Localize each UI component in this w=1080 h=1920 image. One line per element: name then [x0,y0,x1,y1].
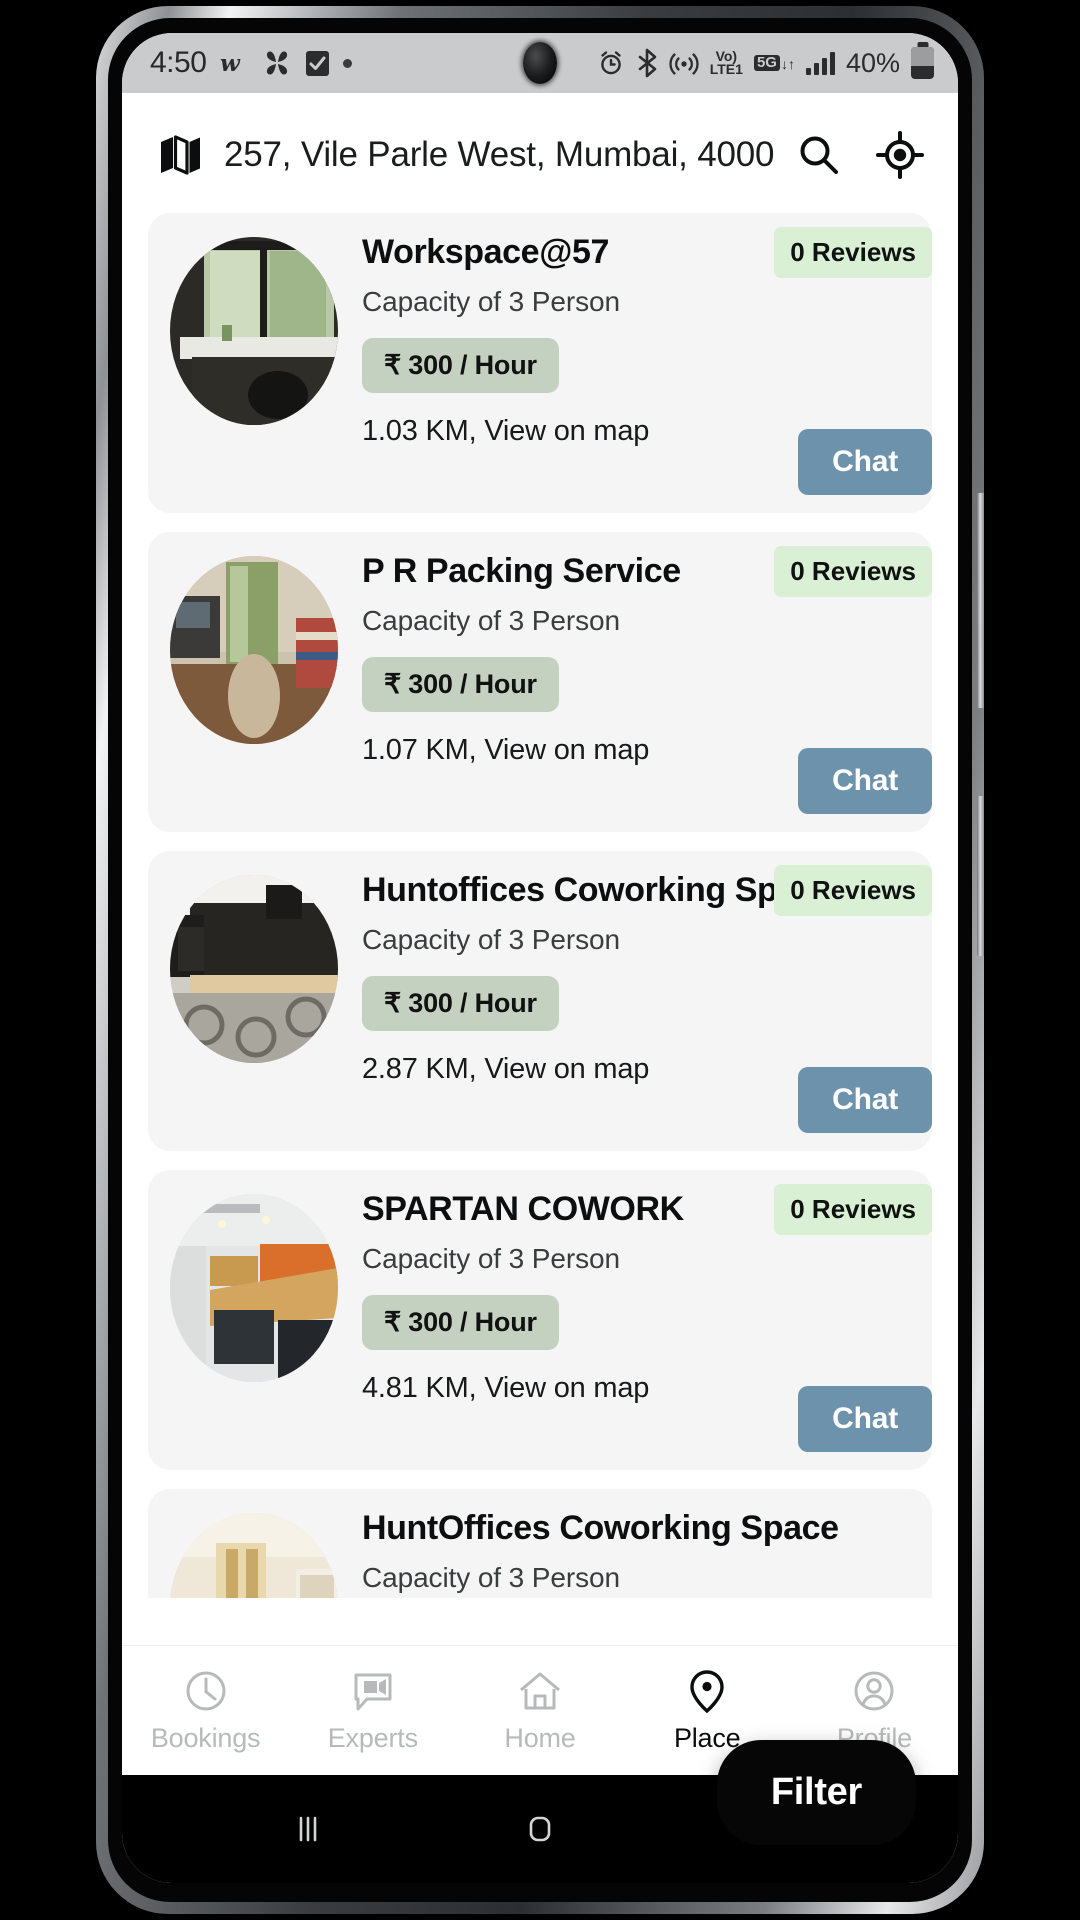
listing-thumbnail [170,875,338,1063]
clock-icon [182,1667,230,1715]
listing-chat-button[interactable]: Chat [798,429,932,495]
nav-item-bookings[interactable]: Bookings [122,1667,289,1754]
address-label: 257, Vile Parle West, Mumbai, 400047 [224,135,774,174]
w-app-icon: w [219,50,249,76]
listing-title: HuntOffices Coworking Space [362,1509,839,1547]
listing-card[interactable]: P R Packing Service Capacity of 3 Person… [148,532,932,832]
nav-label-place: Place [673,1723,741,1753]
camera-punch-hole [523,42,557,84]
power-button[interactable] [977,796,984,956]
listing-thumbnail [170,1513,338,1598]
listing-thumbnail [170,1194,338,1382]
listing-reviews-badge: 0 Reviews [774,546,932,597]
listing-capacity: Capacity of 3 Person [362,1562,620,1593]
listings-list[interactable]: Workspace@57 Capacity of 3 Person ₹ 300 … [122,213,958,1598]
listing-reviews-badge: 0 Reviews [774,227,932,278]
nav-label-bookings: Bookings [150,1723,261,1753]
signal-bars-icon [805,51,835,75]
alarm-icon [597,49,625,77]
map-pin-icon [683,1667,731,1715]
screenshot-root: 4:50 w Vo) LTE1 5G ↓↑ 40% 257, Vile Parl… [0,0,1080,1920]
listing-card[interactable]: Huntoffices Coworking Space Capacity of … [148,851,932,1151]
home-square-icon[interactable] [485,1794,595,1864]
app-header: 257, Vile Parle West, Mumbai, 400047 [122,93,958,213]
person-circle-icon [850,1667,898,1715]
listing-price-badge: ₹ 300 / Hour [362,976,559,1031]
listing-reviews-badge: 0 Reviews [774,865,932,916]
volte-bottom-label: LTE1 [709,61,743,77]
filter-fab-button[interactable]: Filter [716,1740,916,1845]
recents-icon[interactable] [253,1794,363,1864]
volume-button[interactable] [977,493,984,708]
nav-item-experts[interactable]: Experts [289,1667,456,1754]
nav-item-home[interactable]: Home [456,1667,623,1754]
listing-thumbnail [170,237,338,425]
listing-thumbnail [170,556,338,744]
hotspot-icon [669,49,699,77]
status-bar-left: 4:50 w [150,46,353,80]
video-chat-icon [349,1667,397,1715]
listing-chat-button[interactable]: Chat [798,748,932,814]
listing-reviews-badge: 0 Reviews [774,1184,932,1235]
listing-price-badge: ₹ 300 / Hour [362,1295,559,1350]
status-bar-right: Vo) LTE1 5G ↓↑ 40% [597,47,934,79]
listing-chat-button[interactable]: Chat [798,1067,932,1133]
listing-price-badge: ₹ 300 / Hour [362,338,559,393]
listing-capacity: Capacity of 3 Person [362,605,620,636]
search-icon[interactable] [796,132,842,178]
volte-icon: Vo) LTE1 [709,49,743,77]
battery-percent-label: 40% [845,47,900,78]
gps-target-icon[interactable] [876,131,924,179]
listing-chat-button[interactable]: Chat [798,1386,932,1452]
status-bar: 4:50 w Vo) LTE1 5G ↓↑ 40% [122,33,958,93]
battery-icon [911,47,934,79]
dot-indicator [343,58,353,68]
listing-card[interactable]: SPARTAN COWORK Capacity of 3 Person ₹ 30… [148,1170,932,1470]
listing-price-badge: ₹ 300 / Hour [362,657,559,712]
network-5g-icon: 5G ↓↑ [753,54,795,73]
listing-capacity: Capacity of 3 Person [362,924,620,955]
listing-details: HuntOffices Coworking Space Capacity of … [362,1509,912,1594]
status-time: 4:50 [150,46,207,79]
nav-label-home: Home [504,1723,576,1753]
network-badge-label: 5G [753,54,780,72]
nav-label-experts: Experts [327,1723,418,1753]
listing-capacity: Capacity of 3 Person [362,286,620,317]
home-icon [516,1667,564,1715]
svg-text:w: w [220,50,241,76]
header-actions [796,131,924,179]
map-icon [158,133,202,177]
phone-screen: 4:50 w Vo) LTE1 5G ↓↑ 40% 257, Vile Parl… [122,33,958,1883]
listing-card[interactable]: Workspace@57 Capacity of 3 Person ₹ 300 … [148,213,932,513]
clover-app-icon [262,48,292,78]
listing-card[interactable]: HuntOffices Coworking Space Capacity of … [148,1489,932,1598]
checkbox-app-icon [305,49,330,77]
bluetooth-icon [636,48,658,78]
listing-capacity: Capacity of 3 Person [362,1243,620,1274]
network-arrows: ↓↑ [780,56,795,73]
